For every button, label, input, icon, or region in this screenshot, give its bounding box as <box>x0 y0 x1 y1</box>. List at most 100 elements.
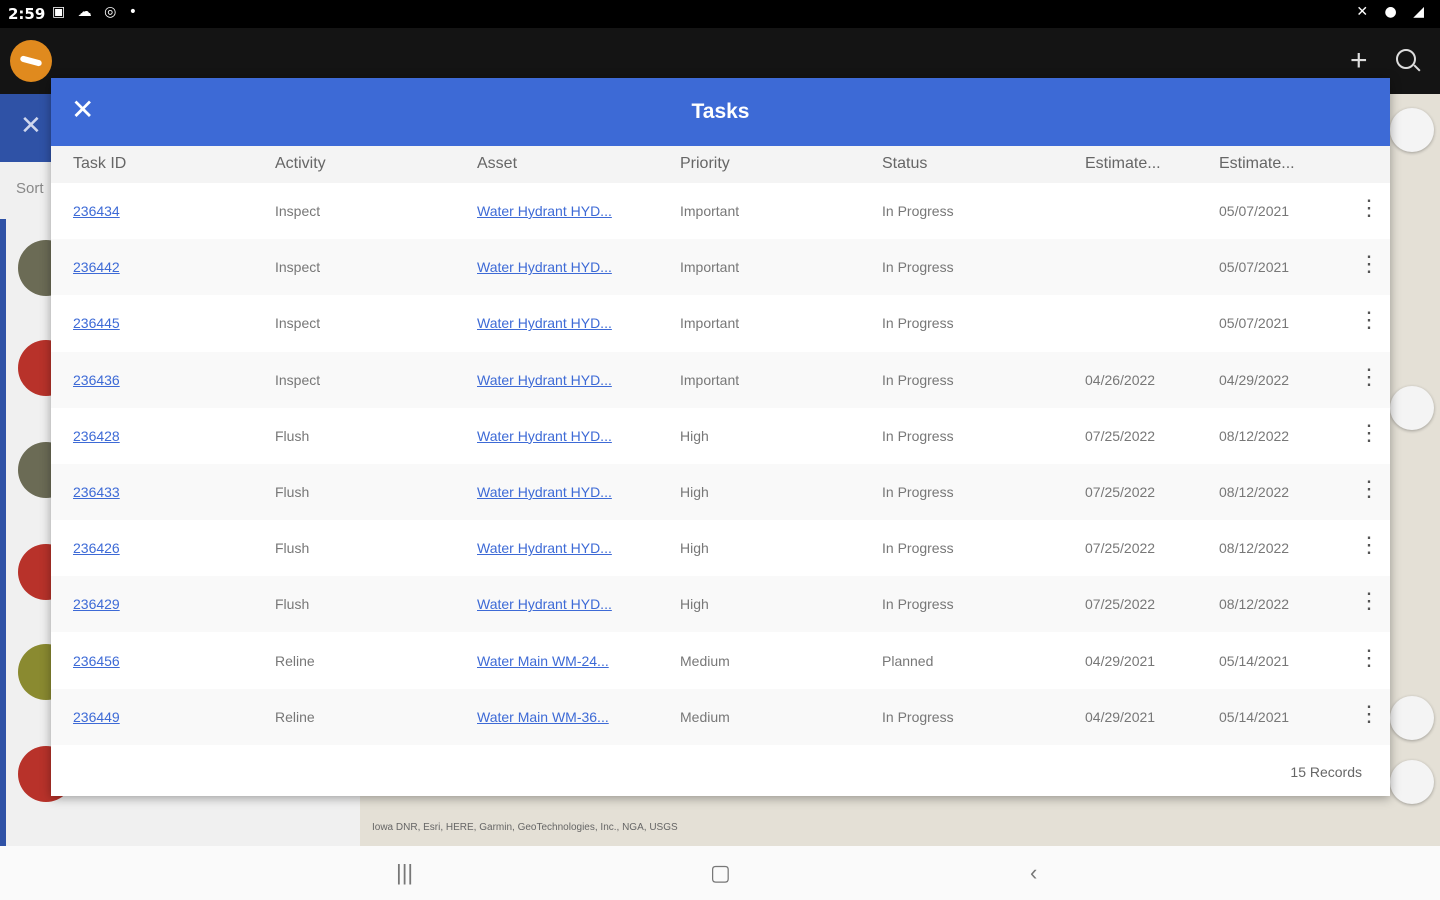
more-options-icon[interactable]: ⋮ <box>1358 309 1380 331</box>
column-header-estimated-start[interactable]: Estimate... <box>1085 155 1161 173</box>
estimated-start-cell: 04/26/2022 <box>1085 371 1156 388</box>
map-toggle-button[interactable] <box>1390 108 1434 152</box>
estimated-end-cell: 08/12/2022 <box>1219 427 1290 444</box>
asset-link[interactable]: Water Hydrant HYD... <box>477 428 612 444</box>
estimated-start-cell: 07/25/2022 <box>1085 540 1156 557</box>
activity-cell: Inspect <box>275 259 321 276</box>
table-row[interactable]: 236456 Reline Water Main WM-24... Medium Pla… <box>51 633 1390 689</box>
estimated-end-cell: 04/29/2022 <box>1219 371 1290 388</box>
estimated-start-cell: 04/29/2021 <box>1085 652 1156 669</box>
column-header-asset[interactable]: Asset <box>477 155 517 173</box>
task-id-link[interactable]: 236426 <box>73 540 120 556</box>
more-options-icon[interactable]: ⋮ <box>1358 365 1380 388</box>
priority-cell: Important <box>680 203 740 219</box>
asset-link[interactable]: Water Hydrant HYD... <box>477 540 612 556</box>
task-id-link[interactable]: 236429 <box>73 596 120 612</box>
close-icon[interactable]: ✕ <box>20 110 42 141</box>
layers-icon[interactable] <box>1390 386 1434 430</box>
more-options-icon[interactable]: ⋮ <box>1358 702 1380 725</box>
map-attribution: Iowa DNR, Esri, HERE, Garmin, GeoTechnol… <box>372 822 678 833</box>
dialog-header: ✕ Tasks <box>51 78 1390 146</box>
task-id-link[interactable]: 236442 <box>73 259 120 275</box>
estimated-start-cell: 07/25/2022 <box>1085 484 1156 500</box>
dialog-title: Tasks <box>691 100 750 123</box>
table-row[interactable]: 236445 Inspect Water Hydrant HYD... Importa… <box>51 295 1390 351</box>
home-icon[interactable]: ▢ <box>710 860 731 886</box>
more-options-icon[interactable]: ⋮ <box>1358 197 1380 219</box>
table-row[interactable]: 236436 Inspect Water Hydrant HYD... Importa… <box>51 351 1390 408</box>
priority-cell: Important <box>680 259 740 276</box>
task-id-link[interactable]: 236456 <box>73 653 120 669</box>
task-id-link[interactable]: 236433 <box>73 484 120 500</box>
priority-cell: High <box>680 596 709 613</box>
status-cell: In Progress <box>882 203 954 219</box>
more-options-icon[interactable]: ⋮ <box>1358 421 1380 444</box>
table-row[interactable]: 236429 Flush Water Hydrant HYD... High In Pr… <box>51 576 1390 633</box>
priority-cell: High <box>680 427 709 444</box>
status-cell: In Progress <box>882 540 954 557</box>
priority-cell: Important <box>680 371 740 388</box>
activity-cell: Flush <box>275 540 310 557</box>
add-icon[interactable]: + <box>1350 46 1368 76</box>
record-count: 15 Records <box>1290 764 1362 780</box>
asset-link[interactable]: Water Hydrant HYD... <box>477 484 612 500</box>
notification-icons: ▣ ☁ ◎ • <box>52 4 142 20</box>
asset-link[interactable]: Water Main WM-24... <box>477 653 609 669</box>
estimated-end-cell: 08/12/2022 <box>1219 596 1290 613</box>
table-row[interactable]: 236426 Flush Water Hydrant HYD... High In Pr… <box>51 520 1390 576</box>
more-options-icon[interactable]: ⋮ <box>1358 646 1380 669</box>
column-header-estimated-end[interactable]: Estimate... <box>1219 155 1295 173</box>
estimated-end-cell: 05/14/2021 <box>1219 652 1290 669</box>
estimated-start-cell: 04/29/2021 <box>1085 708 1156 725</box>
asset-link[interactable]: Water Hydrant HYD... <box>477 259 612 275</box>
estimated-end-cell: 05/07/2021 <box>1219 259 1290 276</box>
locate-icon[interactable] <box>1390 760 1434 804</box>
asset-link[interactable]: Water Main WM-36... <box>477 709 609 725</box>
table-row[interactable]: 236434 Inspect Water Hydrant HYD... Importa… <box>51 183 1390 239</box>
asset-link[interactable]: Water Hydrant HYD... <box>477 315 612 331</box>
column-header-task-id[interactable]: Task ID <box>73 155 126 173</box>
status-cell: In Progress <box>882 427 954 444</box>
activity-cell: Flush <box>275 427 310 444</box>
table-header: Task ID Activity Asset Priority Status E… <box>51 146 1390 183</box>
estimated-end-cell: 05/14/2021 <box>1219 708 1290 725</box>
table-row[interactable]: 236433 Flush Water Hydrant HYD... High In Pr… <box>51 464 1390 520</box>
more-options-icon[interactable]: ⋮ <box>1358 590 1380 612</box>
column-header-status[interactable]: Status <box>882 155 927 173</box>
estimated-start-cell: 07/25/2022 <box>1085 596 1156 613</box>
status-cell: In Progress <box>882 315 954 332</box>
search-icon[interactable] <box>1396 49 1416 69</box>
activity-cell: Reline <box>275 708 315 725</box>
task-id-link[interactable]: 236445 <box>73 315 120 331</box>
table-row[interactable]: 236449 Reline Water Main WM-36... Medium In … <box>51 688 1390 745</box>
task-id-link[interactable]: 236428 <box>73 428 120 444</box>
sort-label[interactable]: Sort <box>16 180 44 197</box>
more-options-icon[interactable]: ⋮ <box>1358 534 1380 556</box>
activity-cell: Flush <box>275 484 310 500</box>
back-icon[interactable]: ‹ <box>1030 860 1037 886</box>
table-row[interactable]: 236428 Flush Water Hydrant HYD... High In Pr… <box>51 408 1390 464</box>
more-options-icon[interactable]: ⋮ <box>1358 478 1380 500</box>
more-options-icon[interactable]: ⋮ <box>1358 253 1380 275</box>
priority-cell: High <box>680 484 709 500</box>
estimated-end-cell: 08/12/2022 <box>1219 540 1290 557</box>
task-id-link[interactable]: 236436 <box>73 372 120 388</box>
priority-cell: Medium <box>680 708 730 725</box>
task-id-link[interactable]: 236449 <box>73 709 120 725</box>
column-header-priority[interactable]: Priority <box>680 155 730 173</box>
priority-cell: Important <box>680 315 740 332</box>
asset-link[interactable]: Water Hydrant HYD... <box>477 596 612 612</box>
task-id-link[interactable]: 236434 <box>73 203 120 219</box>
table-row[interactable]: 236442 Inspect Water Hydrant HYD... Importa… <box>51 239 1390 296</box>
priority-cell: Medium <box>680 652 730 669</box>
status-cell: In Progress <box>882 596 954 613</box>
recent-apps-icon[interactable]: ||| <box>396 860 413 886</box>
app-logo-icon[interactable] <box>10 40 52 82</box>
estimated-end-cell: 08/12/2022 <box>1219 484 1290 500</box>
column-header-activity[interactable]: Activity <box>275 155 326 173</box>
status-cell: In Progress <box>882 259 954 276</box>
asset-link[interactable]: Water Hydrant HYD... <box>477 203 612 219</box>
priority-cell: High <box>680 540 709 557</box>
asset-link[interactable]: Water Hydrant HYD... <box>477 372 612 388</box>
bookmark-icon[interactable] <box>1390 696 1434 740</box>
